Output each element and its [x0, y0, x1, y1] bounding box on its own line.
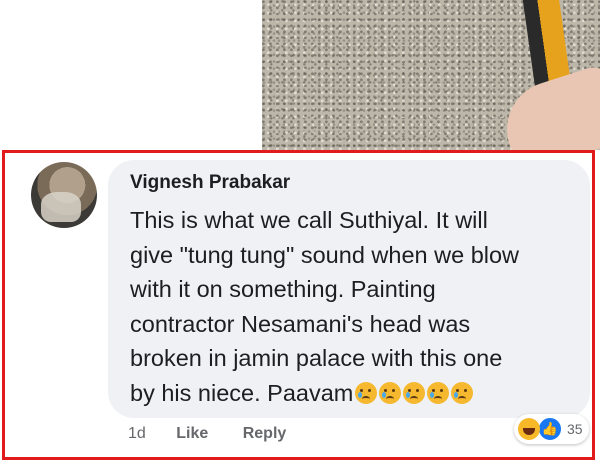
avatar-figure: [41, 192, 81, 222]
comment-line: broken in jamin palace with this one: [130, 345, 503, 372]
reaction-count: 35: [567, 421, 583, 437]
like-reaction-icon: 👍: [537, 416, 563, 442]
haha-reaction-icon: [518, 418, 540, 440]
comment-actions: 1d Like Reply: [128, 425, 286, 443]
comment-text: This is what we call Suthiyal. It will g…: [130, 203, 585, 411]
comment-line: This is what we call Suthiyal. It will: [130, 207, 488, 233]
comment-timestamp[interactable]: 1d: [128, 425, 146, 443]
crying-face-icon: [403, 381, 426, 404]
comment-line: contractor Nesamani's head was: [130, 310, 471, 337]
comment-author[interactable]: Vignesh Prabakar: [130, 172, 290, 194]
reactions-summary[interactable]: 👍 35: [514, 414, 589, 444]
top-blank-area: [0, 0, 262, 150]
comment-line: with it on something. Painting: [130, 276, 436, 303]
crying-face-icon: [451, 381, 474, 404]
avatar[interactable]: [31, 162, 97, 228]
crying-face-icon: [355, 381, 378, 404]
post-photo[interactable]: [262, 0, 600, 150]
crying-face-icon: [379, 381, 402, 404]
like-button[interactable]: Like: [176, 425, 208, 443]
reply-button[interactable]: Reply: [243, 425, 287, 443]
comment-line: by his niece. Paavam: [130, 379, 354, 406]
comment-line: give "tung tung" sound when we blow: [130, 241, 520, 268]
crying-face-icon: [427, 381, 450, 404]
comment-last-line: by his niece. Paavam: [130, 376, 585, 411]
